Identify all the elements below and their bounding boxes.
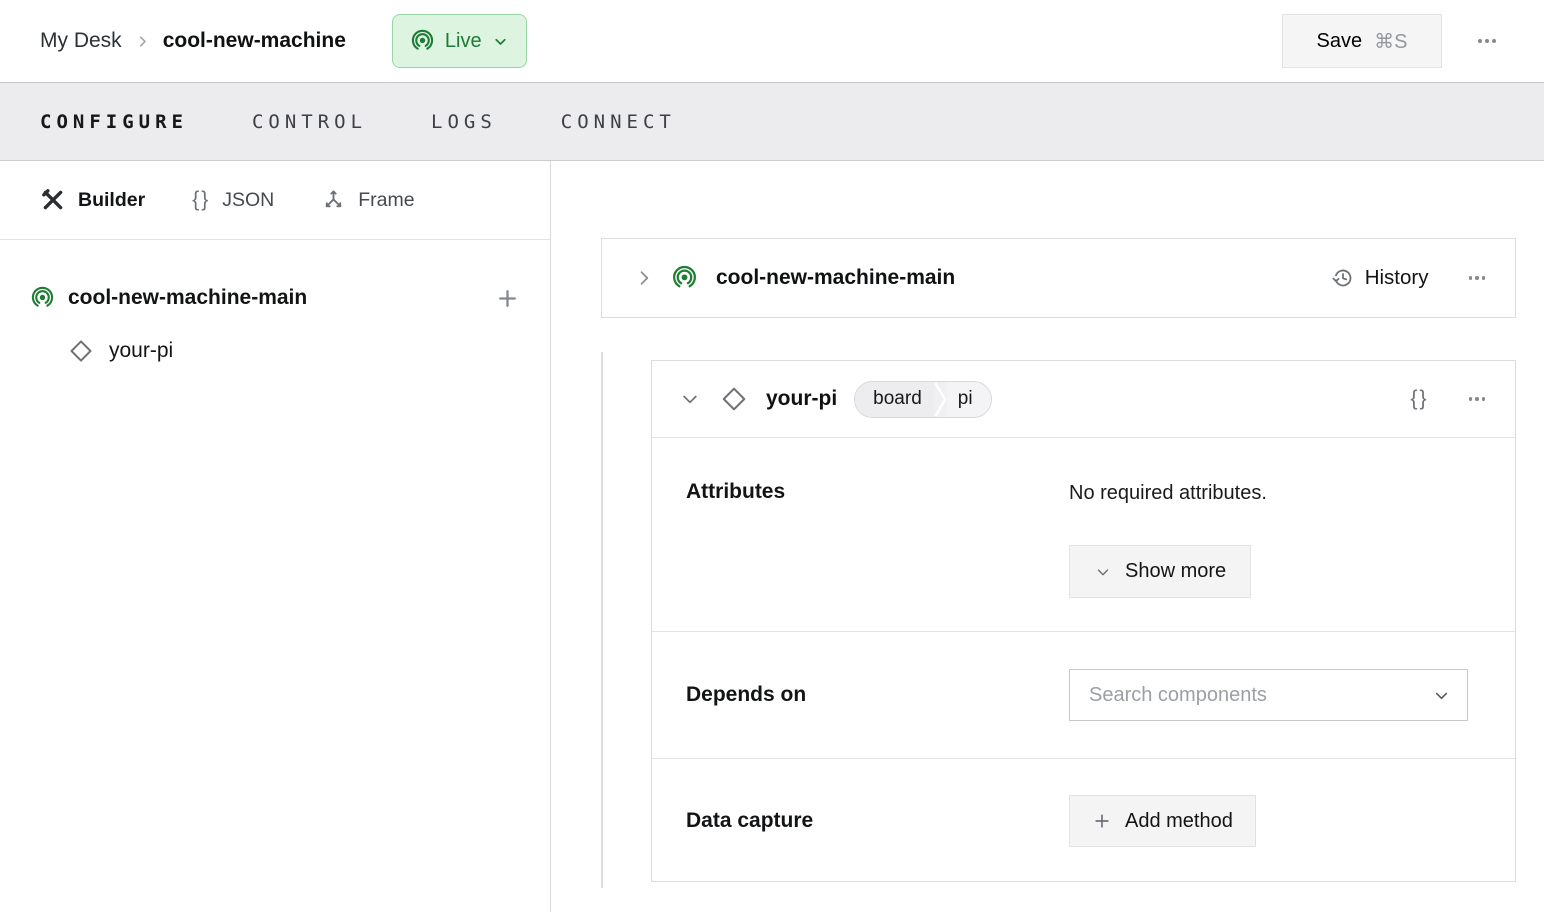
mode-builder-label: Builder xyxy=(78,188,146,211)
add-method-label: Add method xyxy=(1125,809,1233,832)
save-shortcut-hint: ⌘S xyxy=(1374,30,1408,53)
machine-tree: cool-new-machine-main your-pi xyxy=(0,240,550,374)
config-sidebar: Builder {} JSON Frame cool-new-machine-m… xyxy=(0,161,551,912)
select-chevron-down-icon xyxy=(1432,686,1451,705)
tree-item-component[interactable]: your-pi xyxy=(68,328,520,374)
badge-divider-chevron-icon xyxy=(934,381,947,417)
show-more-label: Show more xyxy=(1125,560,1227,582)
tree-machine-part-label: cool-new-machine-main xyxy=(68,286,308,309)
machine-part-broadcast-icon xyxy=(30,286,55,311)
component-model-label: pi xyxy=(946,381,991,417)
data-capture-section: Data capture Add method xyxy=(652,758,1515,883)
breadcrumb: My Desk cool-new-machine xyxy=(40,29,346,53)
component-type-badge: board pi xyxy=(854,380,992,418)
collapse-component-chevron-down-icon[interactable] xyxy=(680,389,700,409)
data-capture-label: Data capture xyxy=(686,809,814,832)
live-broadcast-icon xyxy=(410,29,435,54)
component-card-header: your-pi board pi {} xyxy=(652,361,1515,438)
tree-component-label: your-pi xyxy=(109,339,174,362)
machine-menu-button[interactable] xyxy=(1474,35,1500,47)
show-more-button[interactable]: Show more xyxy=(1069,545,1252,598)
component-diamond-icon xyxy=(68,338,94,364)
attributes-section: Attributes No required attributes. Show … xyxy=(652,438,1515,631)
add-method-button[interactable]: Add method xyxy=(1069,795,1256,847)
save-button-label: Save xyxy=(1316,29,1363,52)
attributes-empty-text: No required attributes. xyxy=(1069,482,1267,504)
breadcrumb-machine-name: cool-new-machine xyxy=(162,29,346,52)
view-mode-toolbar: Builder {} JSON Frame xyxy=(0,161,550,240)
component-menu-button[interactable] xyxy=(1465,393,1490,405)
plus-icon xyxy=(1092,811,1112,831)
builder-tools-icon xyxy=(40,187,66,213)
machine-tabs: CONFIGURE CONTROL LOGS CONNECT xyxy=(0,82,1544,161)
part-card-title: cool-new-machine-main xyxy=(716,266,956,289)
add-component-button[interactable] xyxy=(495,286,520,311)
mode-frame-label: Frame xyxy=(358,188,415,211)
tree-item-machine-part[interactable]: cool-new-machine-main xyxy=(30,274,520,322)
save-button[interactable]: Save ⌘S xyxy=(1282,14,1442,68)
depends-on-label: Depends on xyxy=(686,683,807,706)
live-status-label: Live xyxy=(444,29,482,52)
expand-part-chevron-right-icon[interactable] xyxy=(634,268,654,288)
component-json-icon[interactable]: {} xyxy=(1410,387,1428,411)
tab-connect[interactable]: CONNECT xyxy=(561,111,676,133)
history-clock-icon xyxy=(1330,266,1354,290)
component-diamond-icon xyxy=(720,385,748,413)
mode-frame[interactable]: Frame xyxy=(321,188,415,213)
history-label: History xyxy=(1364,266,1429,289)
chevron-down-icon xyxy=(1094,563,1112,581)
component-card-title: your-pi xyxy=(766,387,838,410)
tab-logs[interactable]: LOGS xyxy=(431,111,497,133)
machine-part-card: cool-new-machine-main History xyxy=(601,238,1516,318)
component-card: your-pi board pi {} Attributes No requir… xyxy=(651,360,1516,882)
topbar: My Desk cool-new-machine Live Save ⌘S xyxy=(0,0,1544,82)
tree-connector-rail xyxy=(601,352,603,888)
tab-control[interactable]: CONTROL xyxy=(252,111,367,133)
machine-status-dropdown[interactable]: Live xyxy=(391,14,527,68)
topbar-actions: Save ⌘S xyxy=(1282,0,1544,82)
depends-on-search-input[interactable] xyxy=(1089,683,1432,707)
depends-on-section: Depends on xyxy=(652,631,1515,758)
breadcrumb-location[interactable]: My Desk xyxy=(40,29,122,53)
depends-on-select[interactable] xyxy=(1069,669,1468,721)
component-type-label: board xyxy=(855,381,934,417)
history-button[interactable]: History xyxy=(1330,266,1429,290)
chevron-down-icon xyxy=(492,33,509,50)
attributes-label: Attributes xyxy=(686,480,786,503)
mode-json[interactable]: {} JSON xyxy=(192,188,274,212)
tab-configure[interactable]: CONFIGURE xyxy=(40,111,188,133)
mode-json-label: JSON xyxy=(222,188,275,211)
frame-axes-icon xyxy=(321,188,346,213)
json-braces-icon: {} xyxy=(192,188,211,211)
mode-builder[interactable]: Builder xyxy=(40,187,145,213)
part-broadcast-icon xyxy=(671,265,698,292)
breadcrumb-separator-icon xyxy=(135,34,150,49)
part-menu-button[interactable] xyxy=(1465,272,1490,284)
